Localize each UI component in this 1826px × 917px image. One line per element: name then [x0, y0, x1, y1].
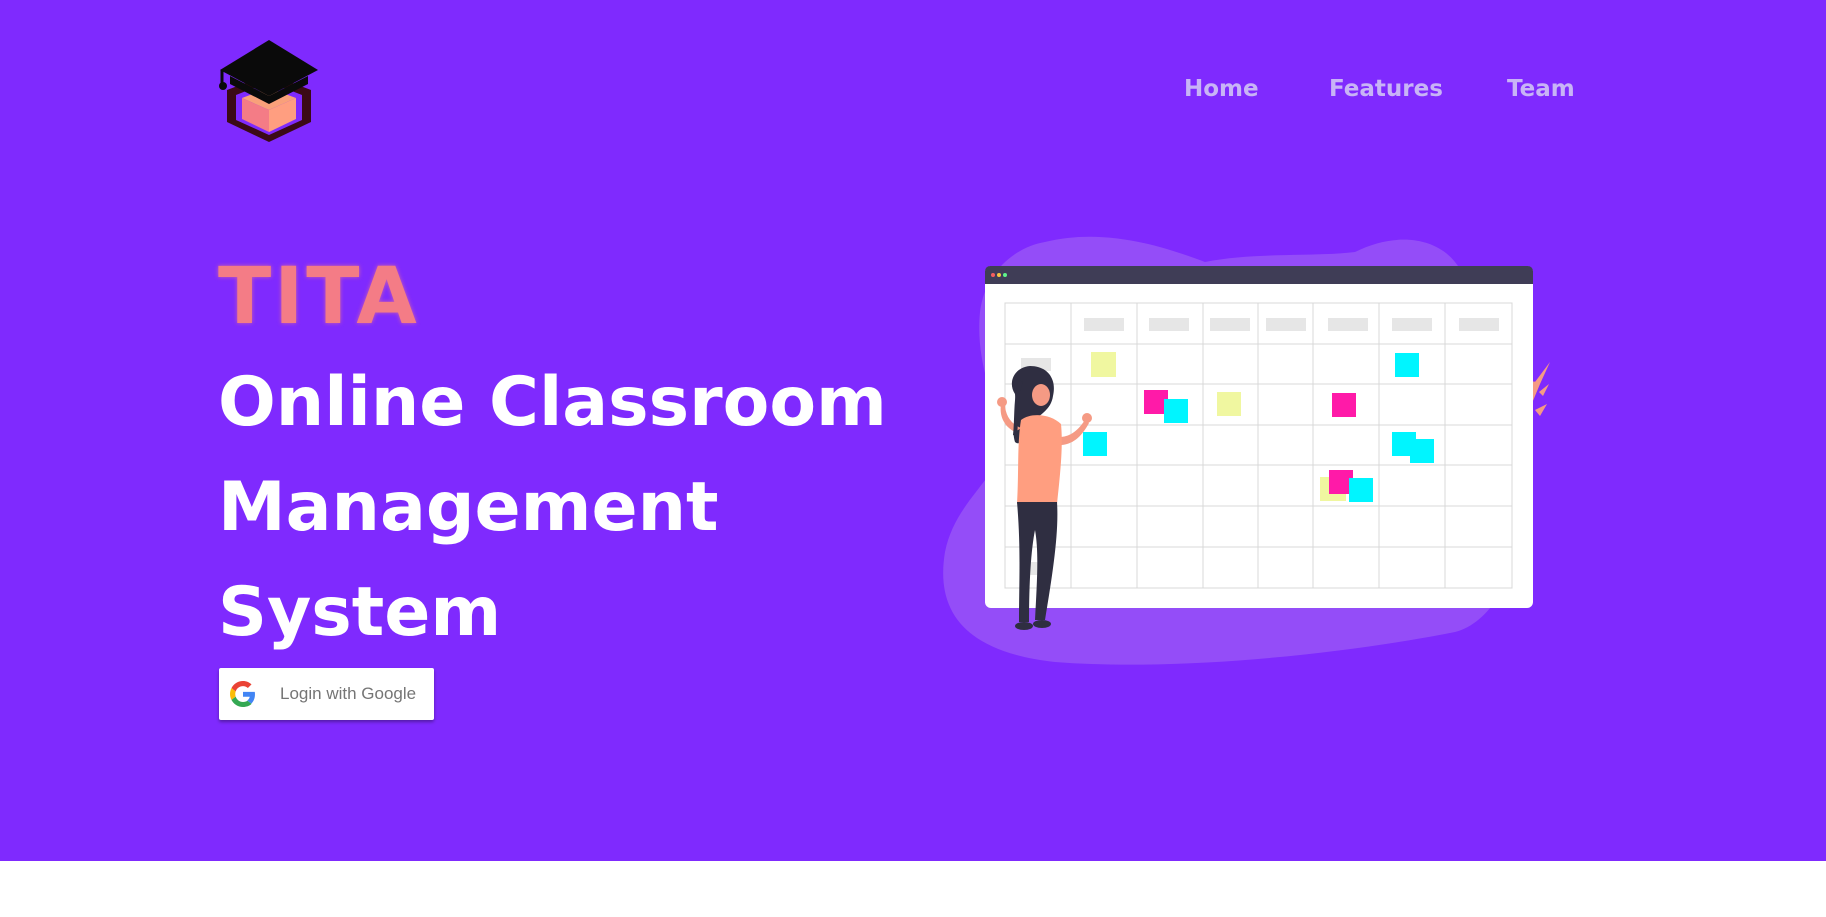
nav-home-link[interactable]: Home [1184, 74, 1259, 104]
login-button-label: Login with Google [280, 684, 417, 703]
woman-at-calendar-board-illustration [943, 236, 1550, 665]
nav-team-link[interactable]: Team [1507, 74, 1575, 104]
google-icon [230, 681, 255, 707]
hero-headline: Online Classroom Management System [218, 350, 918, 665]
hero-section: Home Features Team TITA Online Classroom… [0, 0, 1826, 861]
login-with-google-button[interactable]: Login with Google [219, 668, 434, 720]
brand-title: TITA [218, 252, 420, 342]
graduation-cap-logo-icon[interactable] [218, 38, 320, 142]
nav-features-link[interactable]: Features [1329, 74, 1443, 104]
headline-line-2: Management [218, 468, 719, 547]
headline-line-1: Online Classroom [218, 363, 887, 442]
headline-line-3: System [218, 573, 502, 652]
